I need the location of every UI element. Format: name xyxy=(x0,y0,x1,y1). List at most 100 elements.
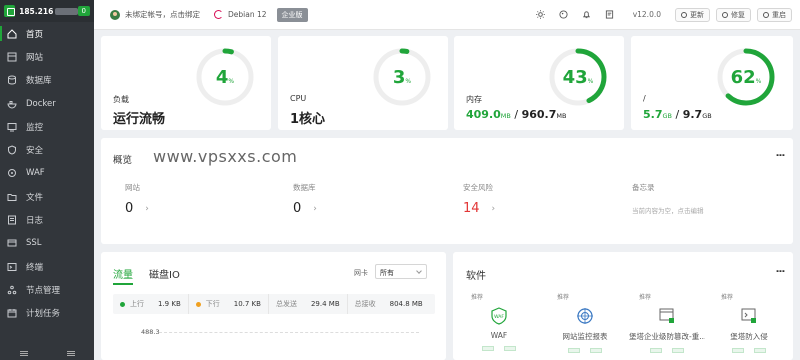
chevron-right-icon[interactable]: › xyxy=(313,204,317,214)
account-text: 未绑定帐号，点击绑定 xyxy=(125,10,200,19)
update-button[interactable]: 更新 xyxy=(675,7,710,22)
repair-button[interactable]: 修复 xyxy=(716,7,751,22)
software-action[interactable] xyxy=(504,346,516,351)
stat-total-received: 总接收 804.8 MB xyxy=(354,300,423,308)
traffic-stats: 上行 1.9 KB 下行 10.7 KB 总发送 29.4 MB 总接收 804.8 M… xyxy=(113,294,435,314)
overview-more-icon[interactable]: ⋮ xyxy=(774,150,785,159)
memo-hint[interactable]: 当前内容为空，点击编辑 xyxy=(632,205,704,215)
software-action[interactable] xyxy=(482,346,494,351)
server-ip: 185.216 xyxy=(19,6,54,16)
sidebar-item-11[interactable]: 节点管理 xyxy=(0,278,94,301)
stat-total-sent: 总发送 29.4 MB xyxy=(269,294,348,314)
tab-traffic[interactable]: 流量 xyxy=(113,266,133,285)
software-more-icon[interactable]: ⋮ xyxy=(774,266,785,275)
upload-dot xyxy=(120,301,125,307)
software-title: 软件 xyxy=(466,271,486,282)
disk-label: / xyxy=(643,94,646,103)
download-dot xyxy=(195,301,201,307)
skin-icon[interactable] xyxy=(559,10,568,19)
memory-label: 内存 xyxy=(466,95,482,104)
chevron-right-icon[interactable]: › xyxy=(492,204,496,214)
load-value: 运行流畅 xyxy=(113,112,166,127)
sidebar-item-label: Docker xyxy=(26,98,56,109)
sidebar-item-5[interactable]: 安全 xyxy=(0,138,94,161)
avatar xyxy=(110,9,120,20)
notification-badge[interactable]: 0 xyxy=(77,6,90,16)
sidebar-item-label: 安全 xyxy=(26,146,44,157)
sidebar-item-2[interactable]: 数据库 xyxy=(0,69,94,92)
load-label: 负载 xyxy=(113,95,129,104)
terminal-icon xyxy=(7,262,17,272)
restart-button[interactable]: 重启 xyxy=(757,7,792,22)
menu-icon[interactable] xyxy=(19,352,28,354)
software-action[interactable] xyxy=(754,348,766,353)
window-lock-icon xyxy=(658,307,676,325)
sidebar-item-6[interactable]: WAF xyxy=(0,162,94,185)
shield-icon xyxy=(7,145,17,155)
load-card[interactable]: 4% 负载 运行流畅 xyxy=(101,36,271,130)
power-icon xyxy=(763,11,769,18)
software-item-tamper-proof[interactable]: 推荐 堡塔企业级防篡改-重... xyxy=(629,292,705,353)
sidebar-item-3[interactable]: Docker xyxy=(0,92,94,115)
sidebar-item-label: 数据库 xyxy=(26,76,52,87)
nic-select[interactable]: 所有 xyxy=(375,264,427,279)
home-icon xyxy=(7,28,17,39)
overview-memo[interactable]: 备忘录 当前内容为空，点击编辑 xyxy=(632,182,704,215)
cpu-percent: 3% xyxy=(392,66,412,88)
disk-card[interactable]: 62% / 5.7GB / 9.7GB xyxy=(631,36,793,130)
memory-value: 409.0MB / 960.7MB xyxy=(466,108,567,121)
software-action[interactable] xyxy=(590,348,602,353)
terminal-shield-icon xyxy=(740,307,758,325)
software-action[interactable] xyxy=(568,348,580,353)
ssl-icon xyxy=(7,238,17,248)
stat-download: 下行 10.7 KB xyxy=(189,294,269,314)
panel-logo-icon xyxy=(4,5,16,17)
target-icon xyxy=(576,307,594,325)
log-icon xyxy=(7,215,17,225)
sidebar-item-10[interactable]: 终端 xyxy=(0,255,94,278)
nic-label: 网卡 xyxy=(354,269,368,277)
software-item-site-monitor[interactable]: 推荐 网站监控报表 xyxy=(547,292,623,353)
version-label[interactable]: v12.0.0 xyxy=(633,10,661,19)
overview-security-risk[interactable]: 安全风险 14 › xyxy=(463,182,495,216)
software-card: 软件 ⋮ 推荐 WAF WAF 推荐 网站监控报表 推荐 堡塔企业级防篡改-重.… xyxy=(453,252,793,360)
sidebar-item-label: 文件 xyxy=(26,192,44,203)
edition-badge[interactable]: 企业版 xyxy=(276,7,308,22)
monitor-icon xyxy=(7,122,17,132)
svg-text:WAF: WAF xyxy=(494,314,504,320)
sidebar-footer xyxy=(0,346,94,360)
traffic-card: 流量 磁盘IO 网卡 所有 上行 1.9 KB 下行 10.7 KB 总发送 29.4… xyxy=(101,252,446,360)
software-action[interactable] xyxy=(672,348,684,353)
overview-websites[interactable]: 网站 0 › xyxy=(125,182,149,216)
sidebar-item-label: SSL xyxy=(26,238,42,249)
account-bind-link[interactable]: 未绑定帐号，点击绑定 xyxy=(110,9,200,20)
software-item-anti-intrusion[interactable]: 推荐 堡塔防入侵 xyxy=(711,292,787,353)
software-action[interactable] xyxy=(732,348,744,353)
sidebar-item-8[interactable]: 日志 xyxy=(0,208,94,231)
sidebar-item-4[interactable]: 监控 xyxy=(0,115,94,138)
waf-icon xyxy=(7,168,17,178)
chevron-right-icon[interactable]: › xyxy=(145,204,149,214)
memory-card[interactable]: 43% 内存 409.0MB / 960.7MB xyxy=(454,36,624,130)
tab-disk-io[interactable]: 磁盘IO xyxy=(149,266,180,281)
overview-databases[interactable]: 数据库 0 › xyxy=(293,182,317,216)
disk-percent: 62% xyxy=(730,66,762,88)
calendar-icon xyxy=(7,308,17,318)
sidebar-item-label: WAF xyxy=(26,168,45,179)
sidebar-item-9[interactable]: SSL xyxy=(0,232,94,255)
software-action[interactable] xyxy=(650,348,662,353)
cpu-card[interactable]: 3% CPU 1核心 xyxy=(278,36,448,130)
bell-icon[interactable] xyxy=(582,10,591,19)
server-header[interactable]: 185.216 0 xyxy=(0,0,94,22)
stat-upload: 上行 1.9 KB xyxy=(113,294,189,314)
feedback-icon[interactable] xyxy=(605,10,614,19)
sidebar-item-7[interactable]: 文件 xyxy=(0,185,94,208)
theme-sun-icon[interactable] xyxy=(535,10,545,19)
watermark: www.vpsxxs.com xyxy=(153,147,298,166)
software-item-waf[interactable]: 推荐 WAF WAF xyxy=(461,292,537,351)
sidebar-item-0[interactable]: 首页 xyxy=(0,22,94,45)
sidebar-item-12[interactable]: 计划任务 xyxy=(0,302,94,325)
sidebar-item-1[interactable]: 网站 xyxy=(0,45,94,68)
node-icon xyxy=(7,285,17,295)
collapse-icon[interactable] xyxy=(66,352,75,354)
